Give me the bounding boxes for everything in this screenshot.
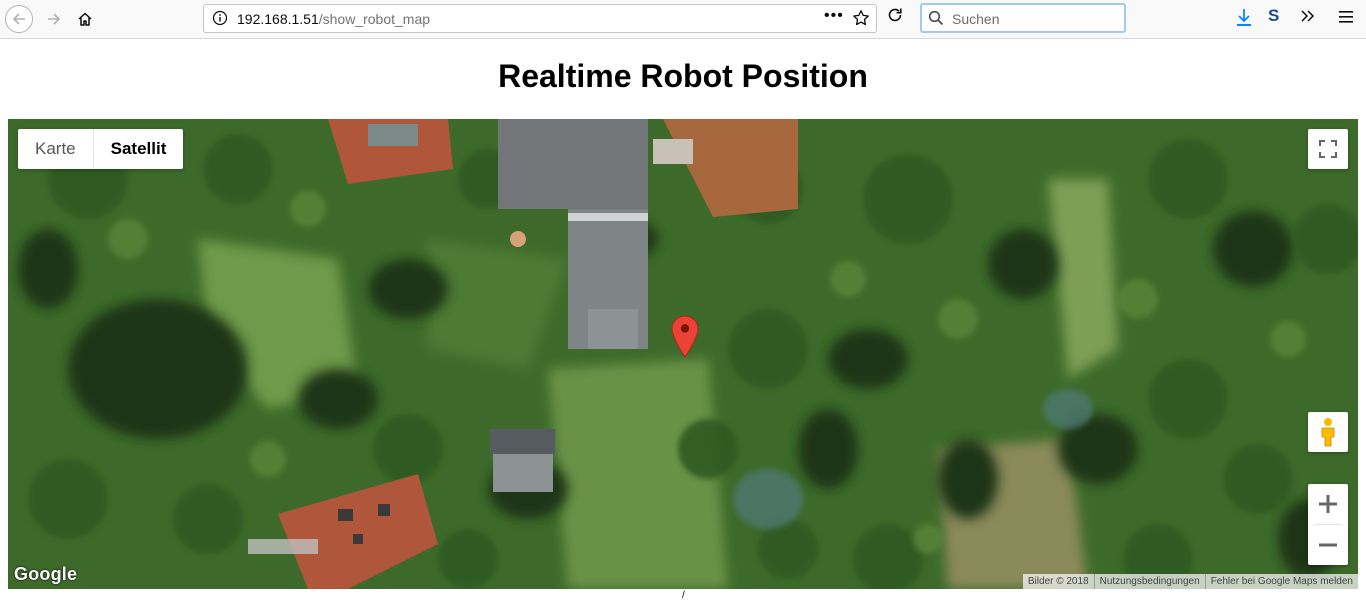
minus-icon <box>1319 543 1337 547</box>
stray-slash-text: / <box>682 590 685 601</box>
url-path: /show_robot_map <box>318 11 431 27</box>
info-icon[interactable] <box>212 10 228 31</box>
zoom-out-button[interactable] <box>1308 525 1348 565</box>
url-host: 192.168.1.51 <box>237 11 319 27</box>
sync-account-icon[interactable]: S <box>1268 6 1279 26</box>
home-button[interactable] <box>71 5 99 33</box>
forward-button[interactable] <box>40 5 68 33</box>
back-arrow-icon <box>12 13 25 25</box>
imagery-copyright: Bilder © 2018 <box>1027 576 1089 587</box>
search-placeholder: Suchen <box>952 11 1000 27</box>
map-type-control: Karte Satellit <box>18 129 184 169</box>
street-view-pegman-button[interactable] <box>1308 412 1348 452</box>
terms-link[interactable]: Nutzungsbedingungen <box>1093 574 1205 589</box>
reload-icon[interactable] <box>886 6 904 29</box>
map-type-karte[interactable]: Karte <box>18 129 93 169</box>
plus-icon <box>1319 495 1337 513</box>
url-bar[interactable]: 192.168.1.51/show_robot_map ••• <box>203 4 877 33</box>
map-pin-icon <box>671 315 699 358</box>
fullscreen-button[interactable] <box>1308 129 1348 169</box>
pegman-icon <box>1321 418 1335 447</box>
page-title: Realtime Robot Position <box>498 58 868 94</box>
back-button[interactable] <box>5 5 33 33</box>
download-icon[interactable] <box>1236 8 1252 33</box>
home-icon <box>78 12 92 26</box>
robot-position-marker[interactable] <box>671 315 699 363</box>
fullscreen-icon <box>1319 140 1337 158</box>
google-logo[interactable]: Google <box>14 564 77 585</box>
bookmark-star-icon[interactable] <box>852 9 870 32</box>
page-actions-icon[interactable]: ••• <box>824 7 844 25</box>
url-text[interactable]: 192.168.1.51/show_robot_map <box>237 11 430 27</box>
zoom-control <box>1308 484 1348 565</box>
hamburger-menu-icon[interactable] <box>1339 10 1353 29</box>
search-icon <box>928 10 944 31</box>
forward-arrow-icon <box>48 13 61 25</box>
report-error-link[interactable]: Fehler bei Google Maps melden <box>1204 574 1358 589</box>
satellite-map[interactable]: Karte Satellit Google Bilder © 2018 Nutz… <box>8 119 1358 589</box>
overflow-chevron-icon[interactable] <box>1300 8 1316 29</box>
search-bar[interactable]: Suchen <box>920 3 1126 33</box>
zoom-in-button[interactable] <box>1308 484 1348 524</box>
map-type-satellit[interactable]: Satellit <box>92 129 184 169</box>
browser-toolbar: 192.168.1.51/show_robot_map ••• Suchen S <box>0 0 1366 39</box>
map-attribution: Bilder © 2018 Nutzungsbedingungen Fehler… <box>1022 574 1358 589</box>
